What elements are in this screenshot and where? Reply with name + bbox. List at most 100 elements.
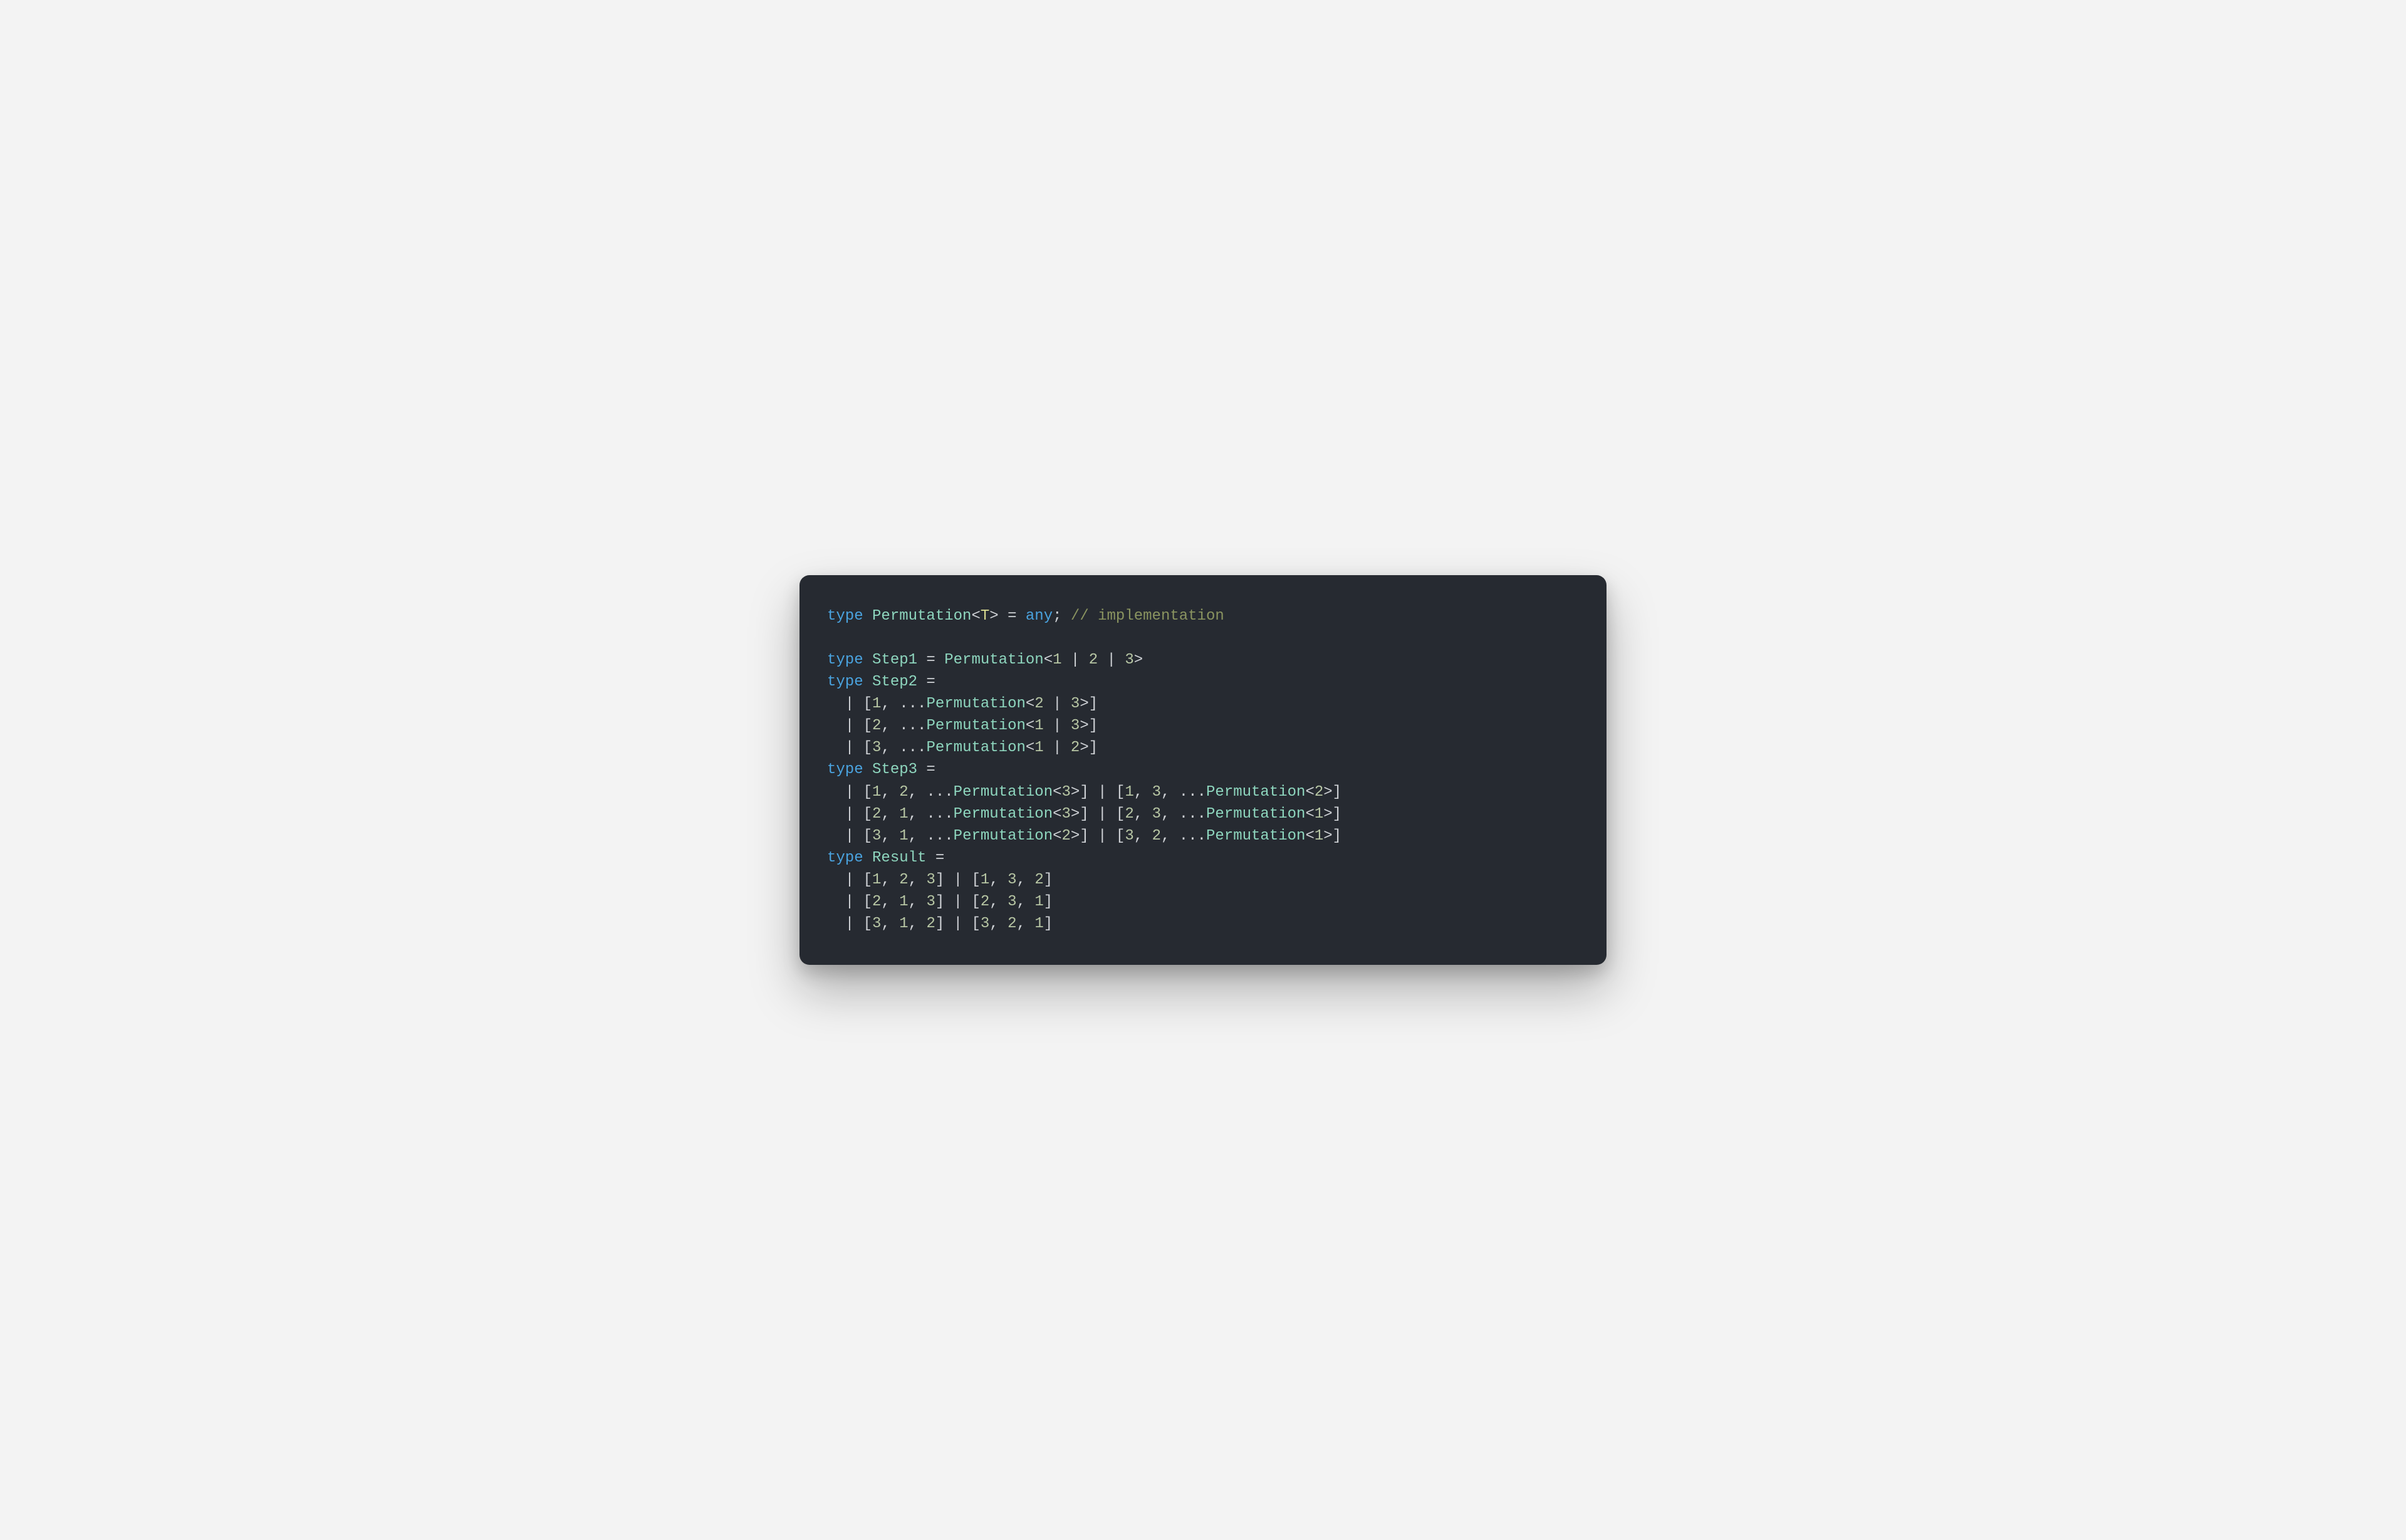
- code-token: // implementation: [1071, 608, 1224, 625]
- code-token: 2: [872, 893, 881, 910]
- code-token: Permutation: [926, 739, 1025, 756]
- code-token: <: [1044, 652, 1053, 669]
- code-token: Step3: [872, 761, 917, 778]
- code-token: ...: [926, 784, 953, 801]
- code-token: <: [1026, 695, 1034, 712]
- code-token: Step1: [872, 652, 917, 669]
- code-token: 2: [1089, 652, 1098, 669]
- code-token: ,: [881, 828, 899, 845]
- code-token: [: [863, 695, 872, 712]
- code-token: 3: [1062, 806, 1071, 823]
- code-token: 3: [872, 915, 881, 932]
- code-token: |: [827, 828, 863, 845]
- code-token: 1: [872, 784, 881, 801]
- code-token: 3: [1062, 784, 1071, 801]
- code-token: ,: [909, 828, 927, 845]
- code-token: 2: [899, 871, 908, 888]
- code-token: 2: [1008, 915, 1016, 932]
- code-token: >: [1071, 828, 1080, 845]
- code-token: ,: [881, 915, 899, 932]
- code-line: | [3, ...Permutation<1 | 2>]: [827, 739, 1098, 756]
- code-token: ,: [909, 915, 927, 932]
- code-token: |: [1089, 828, 1116, 845]
- code-token: <: [1305, 806, 1314, 823]
- code-token: ]: [1089, 739, 1098, 756]
- code-token: [: [863, 784, 872, 801]
- code-token: 3: [1125, 652, 1133, 669]
- code-token: 2: [872, 717, 881, 734]
- code-token: 1: [872, 695, 881, 712]
- code-line: type Step1 = Permutation<1 | 2 | 3>: [827, 652, 1143, 669]
- code-line: | [3, 1, ...Permutation<2>] | [3, 2, ...…: [827, 828, 1341, 845]
- code-token: ...: [926, 806, 953, 823]
- code-token: ]: [1089, 717, 1098, 734]
- code-token: Step2: [872, 674, 917, 690]
- code-token: Permutation: [926, 717, 1025, 734]
- code-token: 2: [1071, 739, 1080, 756]
- code-token: |: [1062, 652, 1089, 669]
- code-line: | [2, 1, 3] | [2, 3, 1]: [827, 893, 1053, 910]
- code-token: |: [944, 915, 971, 932]
- code-token: >: [1080, 739, 1088, 756]
- code-line: | [3, 1, 2] | [3, 2, 1]: [827, 915, 1053, 932]
- code-token: 1: [1034, 893, 1043, 910]
- code-token: 1: [899, 806, 908, 823]
- code-token: |: [1044, 717, 1071, 734]
- code-token: 3: [1125, 828, 1133, 845]
- code-token: |: [944, 871, 971, 888]
- code-token: 2: [981, 893, 989, 910]
- code-token: ,: [989, 871, 1008, 888]
- code-token: [: [863, 717, 872, 734]
- code-token: ,: [1161, 828, 1179, 845]
- code-token: 3: [1008, 893, 1016, 910]
- code-token: Permutation: [954, 784, 1053, 801]
- code-line: type Step2 =: [827, 674, 935, 690]
- code-token: ,: [1134, 784, 1152, 801]
- code-token: =: [999, 608, 1026, 625]
- code-token: Permutation: [1206, 784, 1305, 801]
- code-token: >: [1134, 652, 1143, 669]
- code-token: [: [863, 915, 872, 932]
- code-token: Result: [872, 850, 926, 866]
- code-token: ,: [1017, 915, 1035, 932]
- code-token: |: [1098, 652, 1125, 669]
- code-token: [: [863, 893, 872, 910]
- code-token: [: [863, 739, 872, 756]
- code-line: | [2, 1, ...Permutation<3>] | [2, 3, ...…: [827, 806, 1341, 823]
- code-token: ...: [926, 828, 953, 845]
- code-token: ,: [1134, 806, 1152, 823]
- code-token: =: [917, 674, 935, 690]
- code-token: ]: [1080, 784, 1088, 801]
- code-token: ,: [881, 893, 899, 910]
- code-token: 2: [1062, 828, 1071, 845]
- code-token: 3: [872, 739, 881, 756]
- code-token: [: [863, 806, 872, 823]
- code-token: type: [827, 850, 872, 866]
- code-token: 3: [1008, 871, 1016, 888]
- code-line: type Permutation<T> = any; // implementa…: [827, 608, 1224, 625]
- code-token: >: [1071, 806, 1080, 823]
- code-token: <: [1305, 828, 1314, 845]
- code-token: |: [1089, 806, 1116, 823]
- code-token: >: [1071, 784, 1080, 801]
- code-token: ,: [1161, 784, 1179, 801]
- code-token: [: [971, 915, 980, 932]
- code-token: ,: [1017, 871, 1035, 888]
- code-token: 1: [1315, 828, 1323, 845]
- code-token: ,: [909, 871, 927, 888]
- code-token: |: [827, 871, 863, 888]
- code-token: ]: [1333, 784, 1341, 801]
- code-token: 2: [1034, 695, 1043, 712]
- code-token: ]: [1089, 695, 1098, 712]
- code-token: 1: [1053, 652, 1061, 669]
- code-token: 1: [1315, 806, 1323, 823]
- code-token: type: [827, 674, 872, 690]
- code-token: =: [917, 761, 935, 778]
- code-token: >: [1323, 828, 1332, 845]
- code-token: |: [827, 806, 863, 823]
- code-token: 1: [1034, 717, 1043, 734]
- code-token: ,: [989, 915, 1008, 932]
- code-token: ...: [1179, 828, 1206, 845]
- code-token: [: [863, 828, 872, 845]
- code-token: 1: [1034, 739, 1043, 756]
